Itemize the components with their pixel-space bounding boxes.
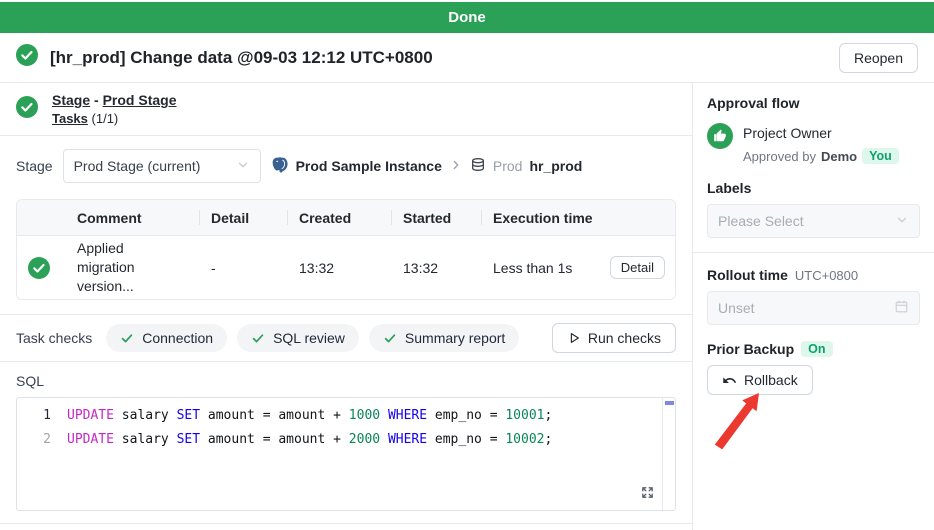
task-execution-time: Less than 1s [481,260,599,276]
column-header-started: Started [391,200,481,235]
sql-label: SQL [16,373,676,389]
task-created: 13:32 [287,260,391,276]
scrollbar-marker [665,401,674,405]
backup-on-badge: On [801,341,832,357]
stage-separator: - [94,92,99,108]
sql-line-2: 2UPDATE salary SET amount = amount + 200… [17,428,675,452]
labels-title: Labels [707,180,920,196]
status-banner-label: Done [448,9,486,26]
stage-select[interactable]: Prod Stage (current) [63,149,261,183]
status-column-header [17,200,61,235]
issue-header: [hr_prod] Change data @09-03 12:12 UTC+0… [0,33,934,83]
stage-select-value: Prod Stage (current) [74,158,201,174]
stage-bar: Stage Prod Stage (current) Prod Sample I… [0,136,692,187]
annotation-arrow [709,389,765,453]
check-circle-icon [16,96,38,123]
approved-by-line: Approved by Demo You [743,148,899,164]
task-comment: Applied migration version... [61,239,199,296]
expand-icon[interactable] [640,485,655,504]
rollback-label: Rollback [744,372,798,388]
rollout-time-input[interactable]: Unset [707,291,920,325]
tasks-link[interactable]: Tasks [52,111,88,126]
calendar-icon [894,299,909,317]
issue-sidebar: Approval flow Project Owner Approved by … [693,83,934,530]
chevron-down-icon [236,158,250,175]
tasks-row: Tasks (1/1) [52,111,176,126]
sql-line-1: 1UPDATE salary SET amount = amount + 100… [17,404,675,428]
rollback-area: Rollback [707,365,920,395]
check-icon [251,331,265,345]
undo-icon [722,373,737,388]
stage-summary: Stage - Prod Stage Tasks (1/1) [0,83,692,136]
database-icon [470,157,486,176]
check-pill-label: Connection [142,330,213,346]
play-icon [567,331,581,345]
database-breadcrumb: Prod Sample Instance Prod hr_prod [271,156,583,177]
column-header-detail: Detail [199,200,287,235]
detail-button[interactable]: Detail [610,256,665,279]
chevron-right-icon [449,158,463,175]
reopen-button[interactable]: Reopen [839,43,918,73]
approval-role: Project Owner [743,123,899,142]
task-started: 13:32 [391,260,481,276]
rollout-time-value: Unset [718,300,755,316]
run-checks-button[interactable]: Run checks [552,323,676,353]
column-header-created: Created [287,200,391,235]
line-number: 2 [17,428,51,452]
check-pill-connection[interactable]: Connection [106,324,227,352]
column-header-action [599,200,675,235]
rollout-timezone: UTC+0800 [795,268,858,283]
approval-flow-title: Approval flow [707,95,920,111]
approved-by-prefix: Approved by [743,149,816,164]
check-icon [120,331,134,345]
task-checks-bar: Task checks Connection SQL review Summar… [0,314,692,362]
task-checks-label: Task checks [16,330,92,346]
tasks-count: (1/1) [92,111,119,126]
sql-editor[interactable]: 1UPDATE salary SET amount = amount + 100… [16,397,676,511]
column-header-execution-time: Execution time [481,200,599,235]
check-icon [383,331,397,345]
you-badge: You [862,148,899,164]
thumbs-up-icon [707,123,733,149]
check-circle-icon [17,257,61,279]
run-checks-label: Run checks [588,330,661,346]
check-pill-label: Summary report [405,330,505,346]
chevron-down-icon [895,213,909,230]
approver-name: Demo [821,149,857,164]
stage-name-link[interactable]: Prod Stage [103,92,177,108]
instance-name[interactable]: Prod Sample Instance [296,158,442,174]
approval-flow-step: Project Owner Approved by Demo You [707,123,920,164]
task-table: Comment Detail Created Started Execution… [16,199,676,300]
check-circle-icon [16,44,38,71]
check-pill-sql-review[interactable]: SQL review [237,324,359,352]
column-header-comment: Comment [61,200,199,235]
rollback-button[interactable]: Rollback [707,365,813,395]
labels-select[interactable]: Please Select [707,204,920,238]
postgres-icon [271,156,289,177]
environment-name: Prod [493,158,523,174]
sql-section: SQL 1UPDATE salary SET amount = amount +… [0,362,692,524]
prior-backup-title: Prior Backup [707,341,794,357]
sidebar-divider [693,252,934,253]
labels-select-placeholder: Please Select [718,213,804,229]
check-pill-label: SQL review [273,330,345,346]
database-name[interactable]: hr_prod [529,158,582,174]
rollout-time-title: Rollout time [707,267,788,283]
task-detail: - [199,260,287,276]
table-row[interactable]: Applied migration version... - 13:32 13:… [17,235,675,299]
stage-label: Stage [16,158,53,174]
check-pill-summary-report[interactable]: Summary report [369,324,519,352]
issue-main-panel: Stage - Prod Stage Tasks (1/1) Stage Pro… [0,83,693,530]
task-table-header: Comment Detail Created Started Execution… [17,200,675,235]
status-banner: Done [0,2,934,33]
editor-scrollbar[interactable] [662,398,675,510]
stage-link[interactable]: Stage [52,92,90,108]
stage-breadcrumb: Stage - Prod Stage [52,92,176,108]
line-number: 1 [17,404,51,428]
page-title: [hr_prod] Change data @09-03 12:12 UTC+0… [50,48,827,68]
